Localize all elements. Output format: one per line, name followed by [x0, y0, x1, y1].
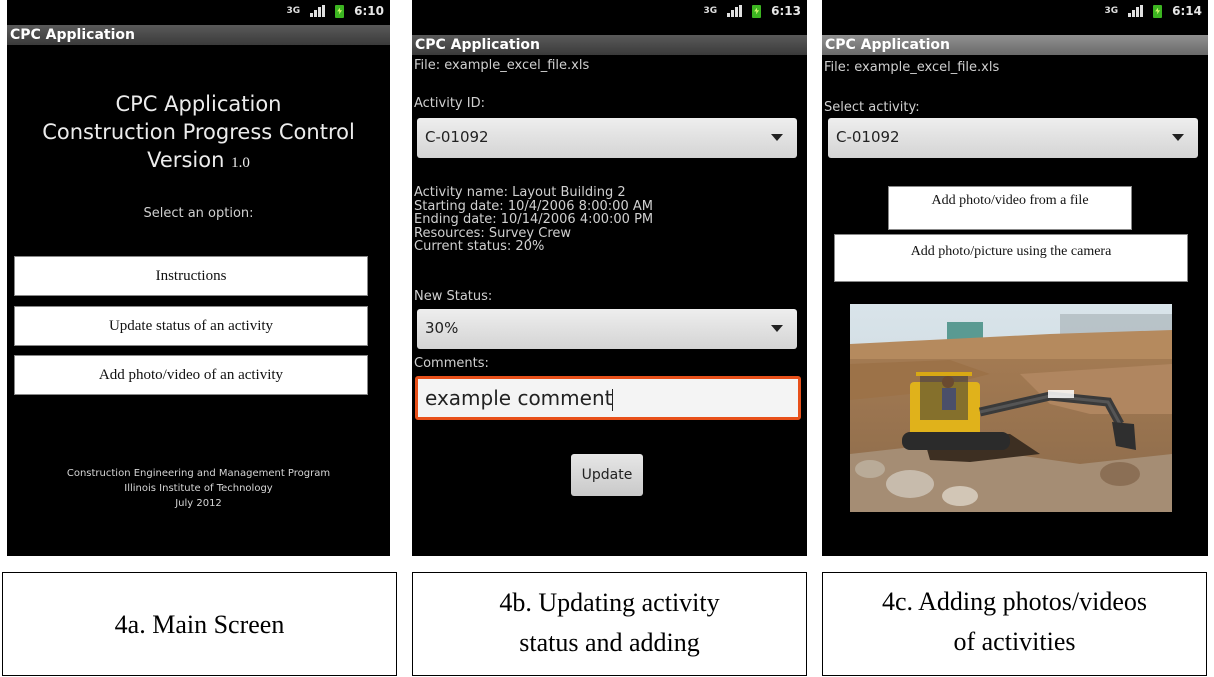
comments-value: example comment	[425, 386, 613, 410]
signal-icon	[727, 5, 743, 17]
new-status-dropdown[interactable]: 30%	[417, 309, 797, 349]
select-activity-label: Select activity:	[824, 100, 920, 115]
app-title-bar: CPC Application	[7, 25, 390, 45]
comments-input[interactable]: example comment	[415, 376, 801, 420]
signal-icon	[310, 5, 326, 17]
network-3g-icon: 3G	[1104, 6, 1119, 16]
update-button[interactable]: Update	[571, 454, 643, 496]
phone-screen-update: 3G 6:13 CPC Application File: example_ex…	[412, 0, 807, 556]
activity-details: Activity name: Layout Building 2 Startin…	[414, 186, 653, 254]
caption-a-text: 4a. Main Screen	[114, 610, 285, 639]
status-bar: 3G 6:14	[822, 0, 1208, 22]
add-photo-video-button[interactable]: Add photo/video of an activity	[14, 355, 368, 395]
caption-c-line-2: of activities	[953, 627, 1076, 656]
network-3g-icon: 3G	[286, 6, 301, 16]
activity-id-value: C-01092	[425, 128, 489, 146]
new-status-label: New Status:	[414, 289, 493, 304]
footer-program: Construction Engineering and Management …	[66, 468, 331, 479]
activity-value: C-01092	[836, 128, 900, 146]
ending-date: Ending date: 10/14/2006 4:00:00 PM	[414, 212, 654, 227]
select-activity-dropdown[interactable]: C-01092	[828, 118, 1198, 158]
comments-label: Comments:	[414, 356, 489, 371]
clock: 6:14	[1172, 4, 1202, 18]
heading-line-2: Construction Progress Control	[42, 120, 355, 144]
signal-icon	[1128, 5, 1144, 17]
new-status-value: 30%	[425, 319, 459, 337]
caption-c-line-1: 4c. Adding photos/videos	[881, 587, 1148, 616]
app-heading: CPC Application Construction Progress Co…	[7, 90, 390, 177]
caption-adding-photos: 4c. Adding photos/videos of activities	[822, 572, 1207, 676]
version-number: 1.0	[231, 155, 250, 171]
dropdown-arrow-icon	[771, 325, 783, 332]
status-bar: 3G 6:10	[7, 0, 390, 22]
add-from-file-button[interactable]: Add photo/video from a file	[888, 186, 1132, 230]
app-title-bar: CPC Application	[822, 35, 1208, 55]
network-3g-icon: 3G	[703, 6, 718, 16]
update-status-button[interactable]: Update status of an activity	[14, 306, 368, 346]
phone-screen-photo: 3G 6:14 CPC Application File: example_ex…	[822, 0, 1208, 556]
footer-institute: Illinois Institute of Technology	[124, 483, 273, 494]
file-label: File: example_excel_file.xls	[824, 60, 1000, 75]
status-bar: 3G 6:13	[412, 0, 807, 22]
battery-charging-icon	[752, 4, 762, 18]
text-cursor	[612, 388, 614, 411]
dropdown-arrow-icon	[1172, 134, 1184, 141]
resources: Resources: Survey Crew	[414, 225, 572, 241]
footer-date: July 2012	[175, 498, 222, 509]
clock: 6:13	[771, 4, 801, 18]
phone-screen-main: 3G 6:10 CPC Application CPC Application …	[7, 0, 390, 556]
battery-charging-icon	[1153, 4, 1163, 18]
add-from-camera-button[interactable]: Add photo/picture using the camera	[834, 234, 1188, 282]
activity-name: Activity name: Layout Building 2	[414, 185, 626, 200]
file-label: File: example_excel_file.xls	[414, 58, 590, 73]
heading-line-3: Version 1.0	[7, 146, 390, 177]
clock: 6:10	[354, 4, 384, 18]
current-status: Current status: 20%	[414, 239, 545, 254]
caption-main-screen: 4a. Main Screen	[2, 572, 397, 676]
starting-date: Starting date: 10/4/2006 8:00:00 AM	[414, 198, 653, 214]
version-label: Version	[147, 148, 225, 172]
caption-updating-status: 4b. Updating activity status and adding	[412, 572, 807, 676]
battery-charging-icon	[335, 4, 345, 18]
activity-id-dropdown[interactable]: C-01092	[417, 118, 797, 158]
heading-line-1: CPC Application	[115, 92, 282, 116]
caption-b-line-2: status and adding	[519, 628, 700, 657]
excavator-photo	[850, 304, 1172, 512]
dropdown-arrow-icon	[771, 134, 783, 141]
instructions-button[interactable]: Instructions	[14, 256, 368, 296]
activity-id-label: Activity ID:	[414, 96, 485, 111]
footer-credits: Construction Engineering and Management …	[7, 466, 390, 511]
caption-b-line-1: 4b. Updating activity	[499, 588, 720, 617]
app-title-bar: CPC Application	[412, 35, 807, 55]
select-option-prompt: Select an option:	[143, 206, 254, 221]
